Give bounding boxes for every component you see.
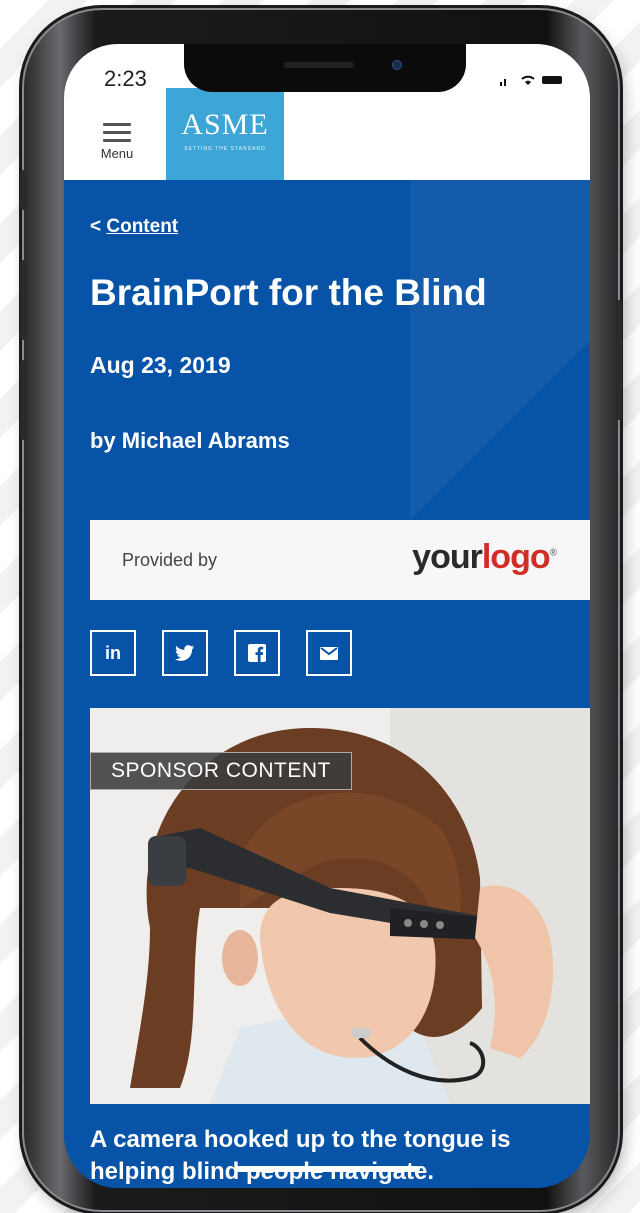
- twitter-icon: [175, 645, 194, 661]
- speaker-grille: [284, 62, 354, 68]
- wifi-icon: [521, 75, 535, 85]
- linkedin-icon: in: [105, 642, 121, 663]
- back-to-content-link[interactable]: Content: [106, 216, 178, 237]
- email-share-button[interactable]: [306, 630, 352, 676]
- menu-label: Menu: [100, 146, 134, 161]
- logo-tagline: SETTING THE STANDARD: [184, 146, 266, 152]
- twitter-share-button[interactable]: [162, 630, 208, 676]
- hamburger-icon: [92, 123, 142, 142]
- registered-mark: ®: [549, 547, 557, 559]
- provided-by-label: Provided by: [122, 550, 218, 570]
- linkedin-share-button[interactable]: in: [90, 630, 136, 676]
- battery-icon: [542, 76, 562, 84]
- home-indicator[interactable]: [234, 1166, 420, 1172]
- power-button: [616, 300, 622, 420]
- silent-switch: [20, 170, 26, 210]
- menu-button[interactable]: Menu: [92, 118, 142, 170]
- article-date: Aug 23, 2019: [90, 352, 231, 378]
- front-camera: [392, 60, 402, 70]
- notch: [184, 44, 466, 92]
- article-author: by Michael Abrams: [90, 428, 290, 453]
- site-header: Menu ASME SETTING THE STANDARD: [64, 88, 590, 180]
- status-time: 2:23: [104, 66, 147, 91]
- logo-text: ASME: [181, 108, 269, 141]
- article-content: < Content BrainPort for the Blind Aug 23…: [64, 180, 590, 1188]
- volume-down-button: [20, 360, 26, 440]
- sponsor-content-badge: SPONSOR CONTENT: [90, 752, 352, 790]
- facebook-icon: [248, 644, 266, 662]
- article-title: BrainPort for the Blind: [90, 272, 487, 313]
- back-chevron: <: [90, 216, 107, 237]
- article-hero-image: SPONSOR CONTENT: [90, 708, 590, 1104]
- signal-icon: [500, 79, 506, 86]
- sponsor-logo[interactable]: yourlogo®: [412, 538, 557, 577]
- email-icon: [320, 646, 338, 660]
- facebook-share-button[interactable]: [234, 630, 280, 676]
- status-icons: [500, 74, 562, 86]
- sponsor-logo-part-a: your: [412, 538, 483, 576]
- breadcrumb: < Content: [90, 216, 178, 238]
- share-buttons: in: [90, 630, 352, 676]
- volume-up-button: [20, 260, 26, 340]
- phone-screen: 2:23 Menu ASME SETTING THE STANDARD < Co…: [64, 44, 590, 1188]
- article-caption: A camera hooked up to the tongue is help…: [90, 1126, 511, 1185]
- asme-logo[interactable]: ASME SETTING THE STANDARD: [166, 88, 284, 180]
- sponsor-logo-part-b: logo: [481, 538, 551, 576]
- sponsor-bar: Provided by yourlogo®: [90, 520, 590, 600]
